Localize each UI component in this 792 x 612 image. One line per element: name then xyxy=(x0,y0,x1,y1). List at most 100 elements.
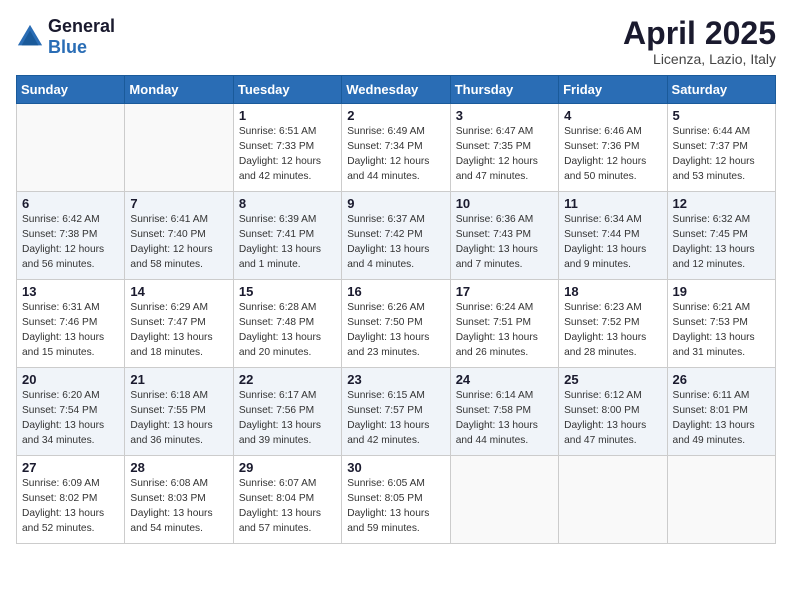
month-title: April 2025 xyxy=(623,16,776,51)
day-info: Sunrise: 6:23 AM Sunset: 7:52 PM Dayligh… xyxy=(564,301,661,360)
day-number: 14 xyxy=(130,284,227,299)
day-number: 13 xyxy=(22,284,119,299)
table-row: 7 Sunrise: 6:41 AM Sunset: 7:40 PM Daylig… xyxy=(125,192,233,280)
header: GeneralBlue April 2025 Licenza, Lazio, I… xyxy=(16,16,776,67)
day-info: Sunrise: 6:08 AM Sunset: 8:03 PM Dayligh… xyxy=(130,477,227,536)
table-row: 22Sunrise: 6:17 AM Sunset: 7:56 PM Dayli… xyxy=(233,368,341,456)
day-info: Sunrise: 6:44 AM Sunset: 7:37 PM Dayligh… xyxy=(673,125,770,184)
day-info: Sunrise: 6:47 AM Sunset: 7:35 PM Dayligh… xyxy=(456,125,553,184)
day-info: Sunrise: 6:46 AM Sunset: 7:36 PM Dayligh… xyxy=(564,125,661,184)
header-sunday: Sunday xyxy=(17,76,125,104)
table-row: 5 Sunrise: 6:44 AM Sunset: 7:37 PM Daylig… xyxy=(667,104,775,192)
table-row: 6 Sunrise: 6:42 AM Sunset: 7:38 PM Daylig… xyxy=(17,192,125,280)
day-number: 20 xyxy=(22,372,119,387)
day-number: 12 xyxy=(673,196,770,211)
day-info: Sunrise: 6:15 AM Sunset: 7:57 PM Dayligh… xyxy=(347,389,444,448)
title-block: April 2025 Licenza, Lazio, Italy xyxy=(623,16,776,67)
logo: GeneralBlue xyxy=(16,16,115,58)
table-row xyxy=(450,456,558,544)
logo-icon xyxy=(16,23,44,51)
day-number: 10 xyxy=(456,196,553,211)
table-row: 24 Sunrise: 6:14 AM Sunset: 7:58 PM Dayli… xyxy=(450,368,558,456)
day-info: Sunrise: 6:51 AM Sunset: 7:33 PM Dayligh… xyxy=(239,125,336,184)
table-row xyxy=(17,104,125,192)
header-monday: Monday xyxy=(125,76,233,104)
table-row: 8 Sunrise: 6:39 AM Sunset: 7:41 PM Daylig… xyxy=(233,192,341,280)
day-info: Sunrise: 6:05 AM Sunset: 8:05 PM Dayligh… xyxy=(347,477,444,536)
day-number: 28 xyxy=(130,460,227,475)
day-info: Sunrise: 6:32 AM Sunset: 7:45 PM Dayligh… xyxy=(673,213,770,272)
day-info: Sunrise: 6:37 AM Sunset: 7:42 PM Dayligh… xyxy=(347,213,444,272)
table-row xyxy=(125,104,233,192)
day-info: Sunrise: 6:21 AM Sunset: 7:53 PM Dayligh… xyxy=(673,301,770,360)
day-info: Sunrise: 6:11 AM Sunset: 8:01 PM Dayligh… xyxy=(673,389,770,448)
day-number: 5 xyxy=(673,108,770,123)
day-number: 9 xyxy=(347,196,444,211)
table-row: 11 Sunrise: 6:34 AM Sunset: 7:44 PM Dayli… xyxy=(559,192,667,280)
page-container: GeneralBlue April 2025 Licenza, Lazio, I… xyxy=(0,0,792,554)
day-info: Sunrise: 6:12 AM Sunset: 8:00 PM Dayligh… xyxy=(564,389,661,448)
day-number: 21 xyxy=(130,372,227,387)
calendar-week-row: 6 Sunrise: 6:42 AM Sunset: 7:38 PM Daylig… xyxy=(17,192,776,280)
day-info: Sunrise: 6:07 AM Sunset: 8:04 PM Dayligh… xyxy=(239,477,336,536)
day-number: 23 xyxy=(347,372,444,387)
header-wednesday: Wednesday xyxy=(342,76,450,104)
table-row: 18 Sunrise: 6:23 AM Sunset: 7:52 PM Dayli… xyxy=(559,280,667,368)
table-row xyxy=(667,456,775,544)
day-info: Sunrise: 6:18 AM Sunset: 7:55 PM Dayligh… xyxy=(130,389,227,448)
table-row: 10Sunrise: 6:36 AM Sunset: 7:43 PM Dayli… xyxy=(450,192,558,280)
logo-general: General xyxy=(48,16,115,36)
day-number: 7 xyxy=(130,196,227,211)
day-number: 3 xyxy=(456,108,553,123)
header-saturday: Saturday xyxy=(667,76,775,104)
day-info: Sunrise: 6:20 AM Sunset: 7:54 PM Dayligh… xyxy=(22,389,119,448)
day-info: Sunrise: 6:42 AM Sunset: 7:38 PM Dayligh… xyxy=(22,213,119,272)
day-info: Sunrise: 6:09 AM Sunset: 8:02 PM Dayligh… xyxy=(22,477,119,536)
calendar-week-row: 20 Sunrise: 6:20 AM Sunset: 7:54 PM Dayli… xyxy=(17,368,776,456)
table-row: 25 Sunrise: 6:12 AM Sunset: 8:00 PM Dayli… xyxy=(559,368,667,456)
day-info: Sunrise: 6:39 AM Sunset: 7:41 PM Dayligh… xyxy=(239,213,336,272)
day-number: 27 xyxy=(22,460,119,475)
day-number: 8 xyxy=(239,196,336,211)
header-thursday: Thursday xyxy=(450,76,558,104)
table-row: 17Sunrise: 6:24 AM Sunset: 7:51 PM Dayli… xyxy=(450,280,558,368)
day-info: Sunrise: 6:41 AM Sunset: 7:40 PM Dayligh… xyxy=(130,213,227,272)
table-row: 19 Sunrise: 6:21 AM Sunset: 7:53 PM Dayli… xyxy=(667,280,775,368)
day-number: 18 xyxy=(564,284,661,299)
day-info: Sunrise: 6:34 AM Sunset: 7:44 PM Dayligh… xyxy=(564,213,661,272)
day-info: Sunrise: 6:31 AM Sunset: 7:46 PM Dayligh… xyxy=(22,301,119,360)
day-number: 19 xyxy=(673,284,770,299)
day-info: Sunrise: 6:28 AM Sunset: 7:48 PM Dayligh… xyxy=(239,301,336,360)
location-title: Licenza, Lazio, Italy xyxy=(623,51,776,67)
day-number: 15 xyxy=(239,284,336,299)
day-number: 11 xyxy=(564,196,661,211)
table-row: 14 Sunrise: 6:29 AM Sunset: 7:47 PM Dayli… xyxy=(125,280,233,368)
calendar-week-row: 13 Sunrise: 6:31 AM Sunset: 7:46 PM Dayli… xyxy=(17,280,776,368)
day-number: 24 xyxy=(456,372,553,387)
day-info: Sunrise: 6:14 AM Sunset: 7:58 PM Dayligh… xyxy=(456,389,553,448)
table-row: 4Sunrise: 6:46 AM Sunset: 7:36 PM Daylig… xyxy=(559,104,667,192)
header-tuesday: Tuesday xyxy=(233,76,341,104)
table-row: 16 Sunrise: 6:26 AM Sunset: 7:50 PM Dayli… xyxy=(342,280,450,368)
table-row: 28 Sunrise: 6:08 AM Sunset: 8:03 PM Dayli… xyxy=(125,456,233,544)
table-row: 23 Sunrise: 6:15 AM Sunset: 7:57 PM Dayli… xyxy=(342,368,450,456)
table-row: 30 Sunrise: 6:05 AM Sunset: 8:05 PM Dayli… xyxy=(342,456,450,544)
day-info: Sunrise: 6:26 AM Sunset: 7:50 PM Dayligh… xyxy=(347,301,444,360)
table-row: 21 Sunrise: 6:18 AM Sunset: 7:55 PM Dayli… xyxy=(125,368,233,456)
day-number: 30 xyxy=(347,460,444,475)
table-row: 20 Sunrise: 6:20 AM Sunset: 7:54 PM Dayli… xyxy=(17,368,125,456)
day-info: Sunrise: 6:29 AM Sunset: 7:47 PM Dayligh… xyxy=(130,301,227,360)
day-number: 6 xyxy=(22,196,119,211)
day-number: 16 xyxy=(347,284,444,299)
calendar-week-row: 1Sunrise: 6:51 AM Sunset: 7:33 PM Daylig… xyxy=(17,104,776,192)
day-number: 25 xyxy=(564,372,661,387)
calendar-table: Sunday Monday Tuesday Wednesday Thursday… xyxy=(16,75,776,544)
table-row xyxy=(559,456,667,544)
table-row: 12 Sunrise: 6:32 AM Sunset: 7:45 PM Dayli… xyxy=(667,192,775,280)
table-row: 13 Sunrise: 6:31 AM Sunset: 7:46 PM Dayli… xyxy=(17,280,125,368)
table-row: 26Sunrise: 6:11 AM Sunset: 8:01 PM Dayli… xyxy=(667,368,775,456)
calendar-week-row: 27 Sunrise: 6:09 AM Sunset: 8:02 PM Dayli… xyxy=(17,456,776,544)
day-info: Sunrise: 6:17 AM Sunset: 7:56 PM Dayligh… xyxy=(239,389,336,448)
logo-text: GeneralBlue xyxy=(48,16,115,58)
table-row: 2Sunrise: 6:49 AM Sunset: 7:34 PM Daylig… xyxy=(342,104,450,192)
